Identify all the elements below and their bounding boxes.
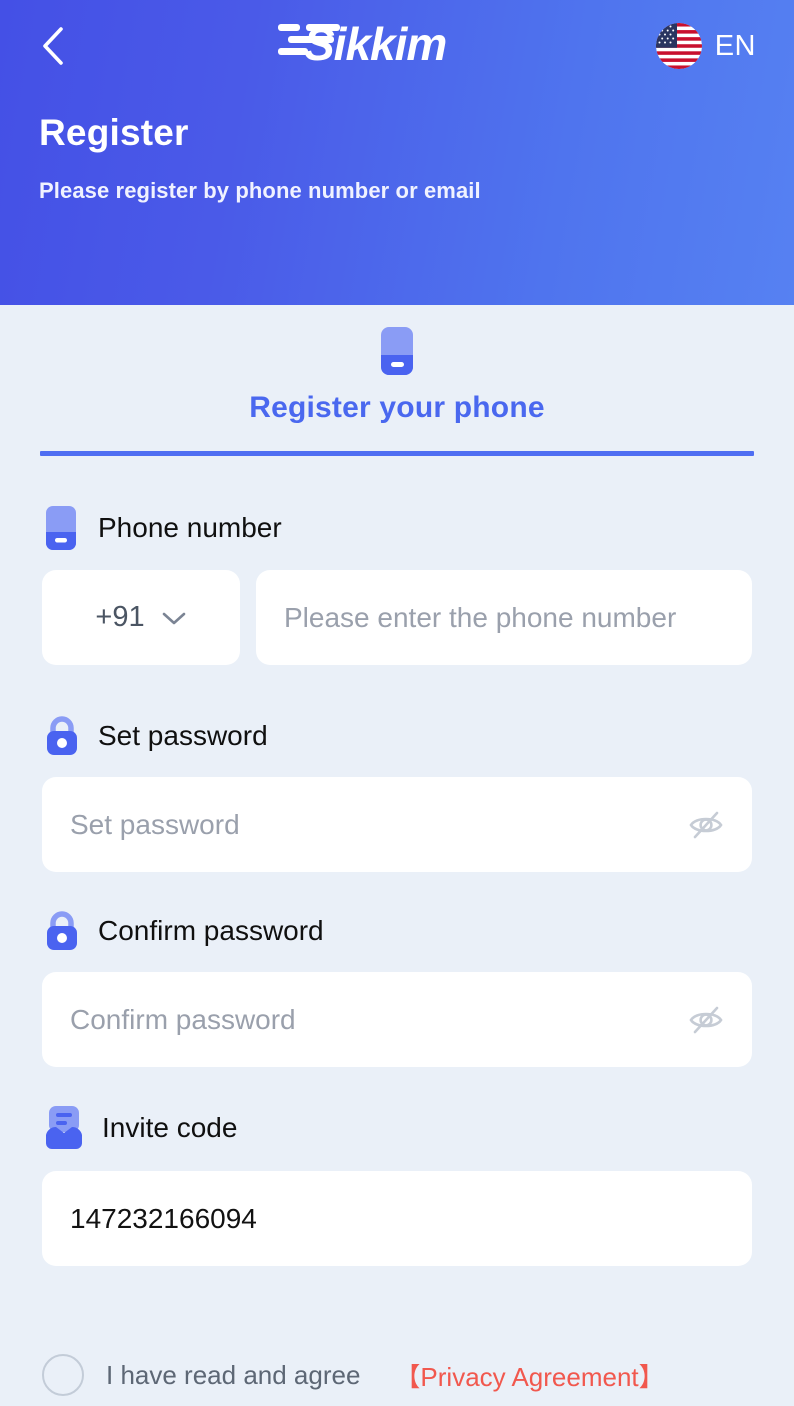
invite-code-value: 147232166094: [70, 1202, 257, 1234]
language-label: EN: [714, 29, 756, 62]
header-bar: Sikkim EN: [26, 0, 768, 92]
chevron-down-icon: [162, 612, 185, 624]
tab-underline: [40, 451, 754, 456]
privacy-agreement-link[interactable]: 【Privacy Agreement】: [394, 1357, 664, 1394]
phone-icon: [46, 506, 76, 550]
tab-register-phone[interactable]: Register your phone: [0, 391, 794, 425]
confirm-password-label: Confirm password: [98, 915, 324, 946]
country-code-select[interactable]: +91: [42, 570, 240, 665]
phone-number-label: Phone number: [98, 512, 282, 543]
confirm-password-input[interactable]: Confirm password: [42, 972, 752, 1067]
eye-off-icon: [689, 811, 723, 838]
page-title: Register: [39, 112, 189, 153]
phone-number-label-row: Phone number: [42, 504, 752, 552]
chevron-left-icon: [43, 27, 63, 65]
phone-input-row: +91 Please enter the phone number: [42, 570, 752, 665]
agreement-row: I have read and agree 【Privacy Agreement…: [0, 1344, 794, 1406]
register-tab-section: Register your phone: [0, 305, 794, 456]
invite-code-label-row: Invite code: [42, 1103, 752, 1153]
set-password-label-row: Set password: [42, 713, 752, 759]
phone-number-placeholder: Please enter the phone number: [284, 601, 677, 633]
svg-text:Sikkim: Sikkim: [304, 18, 446, 70]
us-flag-icon: [655, 23, 702, 69]
invite-card-icon: [46, 1106, 82, 1149]
register-form: Phone number +91 Please enter the phone …: [0, 504, 794, 1266]
sikkim-logo-icon: Sikkim: [278, 18, 447, 70]
agreement-text: I have read and agree: [106, 1359, 361, 1390]
page-subtitle: Please register by phone number or email: [39, 178, 481, 203]
lock-icon: [47, 716, 77, 755]
language-selector[interactable]: EN: [655, 23, 756, 69]
set-password-input[interactable]: Set password: [42, 777, 752, 872]
eye-off-icon: [689, 1006, 723, 1033]
confirm-password-label-row: Confirm password: [42, 908, 752, 954]
brand-logo: Sikkim: [278, 16, 516, 72]
invite-code-input[interactable]: 147232166094: [42, 1171, 752, 1266]
back-button[interactable]: [40, 22, 88, 70]
set-password-placeholder: Set password: [70, 808, 240, 840]
confirm-password-visibility-toggle[interactable]: [686, 1000, 726, 1040]
invite-code-label: Invite code: [102, 1112, 238, 1143]
agreement-checkbox[interactable]: [42, 1354, 84, 1396]
confirm-password-placeholder: Confirm password: [70, 1003, 296, 1035]
tab-icon-wrap: [0, 325, 794, 377]
country-code-value: +91: [95, 601, 145, 633]
set-password-label: Set password: [98, 720, 268, 751]
phone-icon: [381, 327, 413, 375]
lock-icon: [47, 911, 77, 950]
app-header: Sikkim EN Register Please register by ph…: [0, 0, 794, 305]
set-password-visibility-toggle[interactable]: [686, 805, 726, 845]
phone-number-input[interactable]: Please enter the phone number: [256, 570, 752, 665]
